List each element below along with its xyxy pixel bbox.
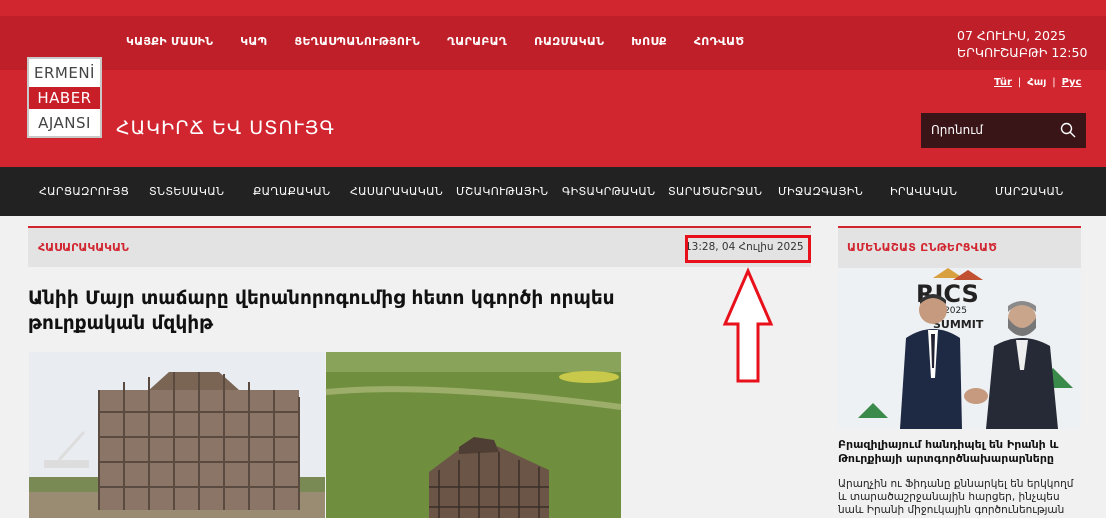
top-nav-about[interactable]: ԿԱՅՔԻ ՄԱՍԻՆ xyxy=(126,35,213,48)
logo-line-ermeni: ERMENİ xyxy=(34,64,95,82)
header-date: 07 ՀՈՒԼԻՍ, 2025 xyxy=(957,28,1066,43)
site-logo[interactable]: ERMENİ HABER AJANSI xyxy=(27,57,102,138)
sidebar-heading: ԱՄԵՆԱՇԱՏ ԸՆԹԵՐՑՎԱԾ xyxy=(847,241,998,254)
top-nav-speech[interactable]: ԽՈՍՔ xyxy=(631,35,667,48)
main-nav: ՀԱՐՑԱԶՐՈՒՅՑ ՏՆՏԵՍԱԿԱՆ ՔԱՂԱՔԱԿԱՆ ՀԱՍԱՐԱԿԱ… xyxy=(0,167,1106,216)
main-nav-politics[interactable]: ՔԱՂԱՔԱԿԱՆ xyxy=(253,185,330,198)
lang-turkish[interactable]: Tür xyxy=(994,77,1012,88)
sidebar-article-description: Արաղչին ու Ֆիդանը քննարկել են երկկողմ և … xyxy=(838,478,1074,518)
search-box xyxy=(921,113,1086,148)
lang-armenian[interactable]: Հայ xyxy=(1027,77,1046,88)
main-nav-sports[interactable]: ՄԱՐԶԱԿԱՆ xyxy=(995,185,1064,198)
article-category[interactable]: ՀԱՍԱՐԱԿԱԿԱՆ xyxy=(38,241,129,254)
main-nav-international[interactable]: ՄԻՋԱԶԳԱՅԻՆ xyxy=(778,185,863,198)
cathedral-photo-image xyxy=(29,352,621,518)
top-nav-genocide[interactable]: ՑԵՂԱՍՊԱՆՈՒԹՅՈՒՆ xyxy=(295,35,421,48)
top-nav-article[interactable]: ՀՈԴՎԱԾ xyxy=(694,35,745,48)
logo-line-ajansi: AJANSI xyxy=(38,114,91,132)
lang-separator: | xyxy=(1052,77,1056,88)
lang-separator: | xyxy=(1017,77,1022,88)
main-nav-society[interactable]: ՀԱՍԱՐԱԿԱԿԱՆ xyxy=(350,185,443,198)
sidebar-article-title[interactable]: Բրազիլիայում հանդիպել են Իրանի և Թուրքիա… xyxy=(838,438,1081,466)
main-nav-economy[interactable]: ՏՆՏԵՍԱԿԱՆ xyxy=(149,185,224,198)
header-datetime: 07 ՀՈՒԼԻՍ, 2025 ԵՐԿՈՒՇԱԲԹԻ 12:50 xyxy=(957,27,1087,61)
main-nav-debate[interactable]: ՀԱՐՑԱԶՐՈՒՅՑ xyxy=(39,185,129,198)
logo-line-haber: HABER xyxy=(29,87,100,109)
top-nav: ԿԱՅՔԻ ՄԱՍԻՆ ԿԱՊ ՑԵՂԱՍՊԱՆՈՒԹՅՈՒՆ ՂԱՐԱԲԱՂ … xyxy=(126,35,771,48)
date-highlight-box xyxy=(685,235,811,263)
brics-photo-image: RICS asil 2025 SUMMIT xyxy=(838,268,1081,429)
top-nav-karabakh[interactable]: ՂԱՐԱԲԱՂ xyxy=(447,35,507,48)
search-icon[interactable] xyxy=(1060,122,1076,138)
language-switcher: Tür | Հայ | Рус xyxy=(994,77,1081,88)
site-tagline: ՀԱԿԻՐՃ ԵՎ ՍՏՈՒՅԳ xyxy=(116,117,335,139)
up-arrow-annotation-icon xyxy=(722,267,774,383)
header-day-time: ԵՐԿՈՒՇԱԲԹԻ 12:50 xyxy=(957,45,1088,60)
article-photo xyxy=(29,352,621,518)
top-nav-contact[interactable]: ԿԱՊ xyxy=(240,35,267,48)
article-title: Անիի Մայր տաճարը վերանորոգումից հետո կգո… xyxy=(28,288,615,334)
main-nav-science[interactable]: ԳԻՏԱԿՐԹԱԿԱՆ xyxy=(562,185,655,198)
sidebar-heading-bar: ԱՄԵՆԱՇԱՏ ԸՆԹԵՐՑՎԱԾ xyxy=(838,228,1081,268)
search-input[interactable] xyxy=(931,123,1051,137)
lang-russian[interactable]: Рус xyxy=(1062,77,1082,88)
top-nav-military[interactable]: ՌԱԶՄԱԿԱՆ xyxy=(534,35,604,48)
main-nav-culture[interactable]: ՄՇԱԿՈՒԹԱՅԻՆ xyxy=(456,185,548,198)
main-nav-legal[interactable]: ԻՐԱՎԱԿԱՆ xyxy=(890,185,957,198)
main-nav-region[interactable]: ՏԱՐԱԾԱՇՐՋԱՆ xyxy=(668,185,762,198)
sidebar-photo[interactable]: RICS asil 2025 SUMMIT xyxy=(838,268,1081,429)
